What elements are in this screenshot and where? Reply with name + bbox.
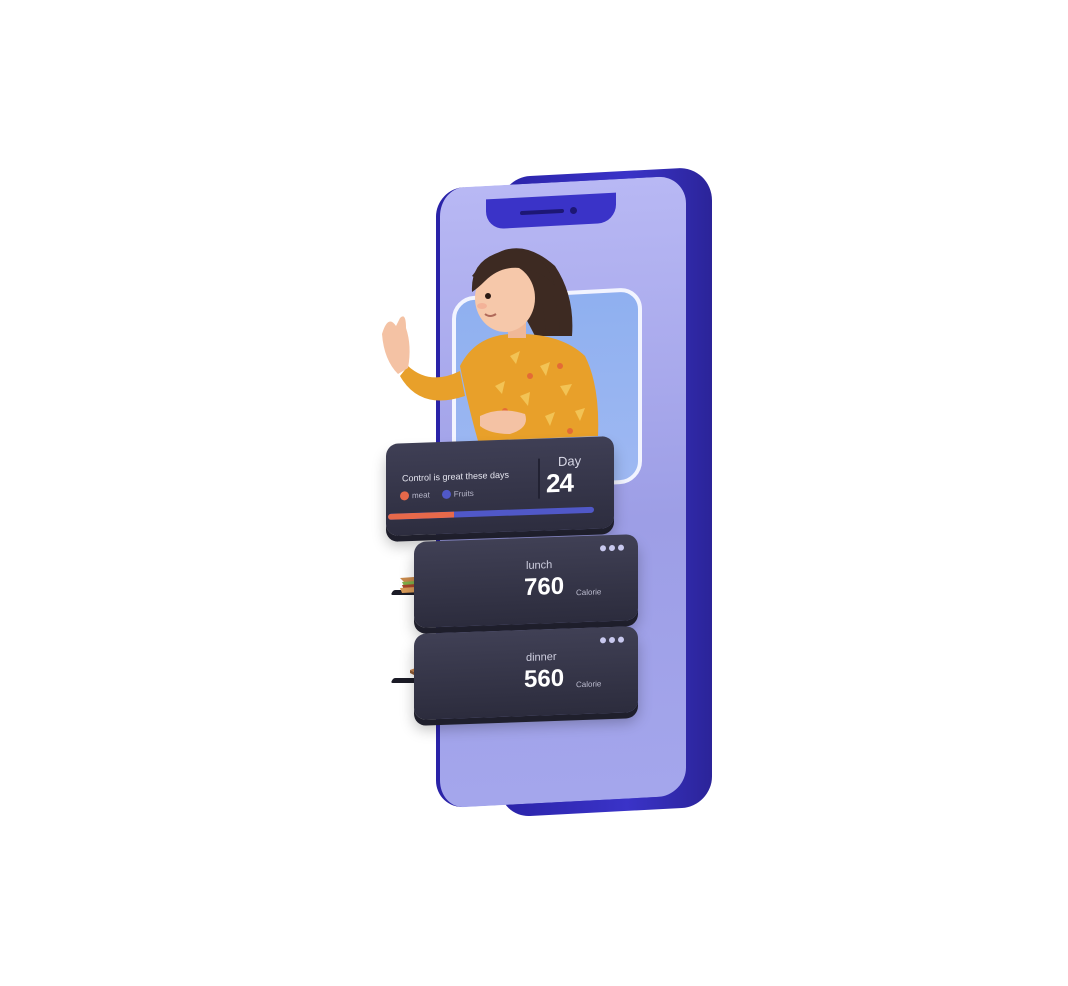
meat-dot-icon <box>400 491 409 501</box>
camera-icon <box>570 207 577 214</box>
more-options-icon[interactable] <box>600 636 624 644</box>
day-number: 24 <box>546 467 573 499</box>
illustration-stage: Control is great these days meat Fruits … <box>0 0 1068 986</box>
nutrition-progress-bar <box>388 506 594 520</box>
legend-meat: meat <box>400 490 430 501</box>
meal-calorie-unit: Calorie <box>576 587 602 598</box>
card-divider <box>538 458 540 499</box>
summary-message: Control is great these days <box>402 469 510 484</box>
meal-name: dinner <box>526 650 557 664</box>
fruits-dot-icon <box>441 489 451 500</box>
meal-card-dinner[interactable]: dinner 560 Calorie <box>414 626 638 720</box>
legend-meat-label: meat <box>412 490 430 501</box>
woman-avatar-icon <box>382 248 599 441</box>
meal-name: lunch <box>526 559 553 572</box>
meal-card-lunch[interactable]: lunch 760 Calorie <box>414 534 638 628</box>
meal-calories: 560 <box>524 664 565 694</box>
legend-fruits: Fruits <box>441 488 474 500</box>
legend-fruits-label: Fruits <box>453 488 474 499</box>
daily-summary-card[interactable]: Control is great these days meat Fruits … <box>386 436 614 536</box>
meat-progress-fill <box>388 511 454 520</box>
more-options-icon[interactable] <box>600 544 624 552</box>
meal-calorie-unit: Calorie <box>576 679 602 690</box>
meal-calories: 760 <box>524 572 565 602</box>
nutrition-legend: meat Fruits <box>400 489 474 501</box>
